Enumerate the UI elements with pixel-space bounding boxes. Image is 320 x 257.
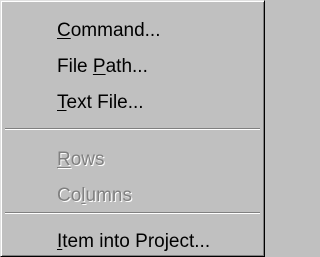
menu-item-file-path[interactable]: File Path...	[1, 52, 264, 82]
menu-item-command-accel: C	[57, 20, 71, 41]
menu-item-rows-post: ows	[70, 149, 105, 170]
menu-item-item-into-project-post: tem into Project...	[62, 231, 211, 252]
menu-item-columns-post: umns	[85, 185, 132, 206]
menu-item-text-file-post: ext File...	[66, 92, 144, 113]
menu-item-text-file[interactable]: Text File...	[1, 88, 264, 118]
menu-item-columns: Columns	[1, 181, 264, 211]
menu-item-file-path-accel: P	[92, 56, 106, 77]
menu-item-item-into-project[interactable]: Item into Project...	[1, 227, 264, 257]
menu-item-file-path-pre: File	[57, 56, 93, 77]
menu-item-rows-accel: R	[57, 149, 71, 170]
menu-item-columns-pre: Co	[57, 185, 82, 206]
menu-item-command-post: ommand...	[70, 20, 161, 41]
menu-item-text-file-accel: T	[57, 92, 67, 113]
menu-item-command[interactable]: Command...	[1, 16, 264, 46]
menu-separator	[5, 128, 260, 130]
menu-item-file-path-post: ath...	[105, 56, 148, 77]
menu-item-rows: Rows	[1, 145, 264, 175]
context-menu: Command... File Path... Text File... Row…	[0, 0, 265, 257]
menu-separator	[5, 212, 260, 214]
